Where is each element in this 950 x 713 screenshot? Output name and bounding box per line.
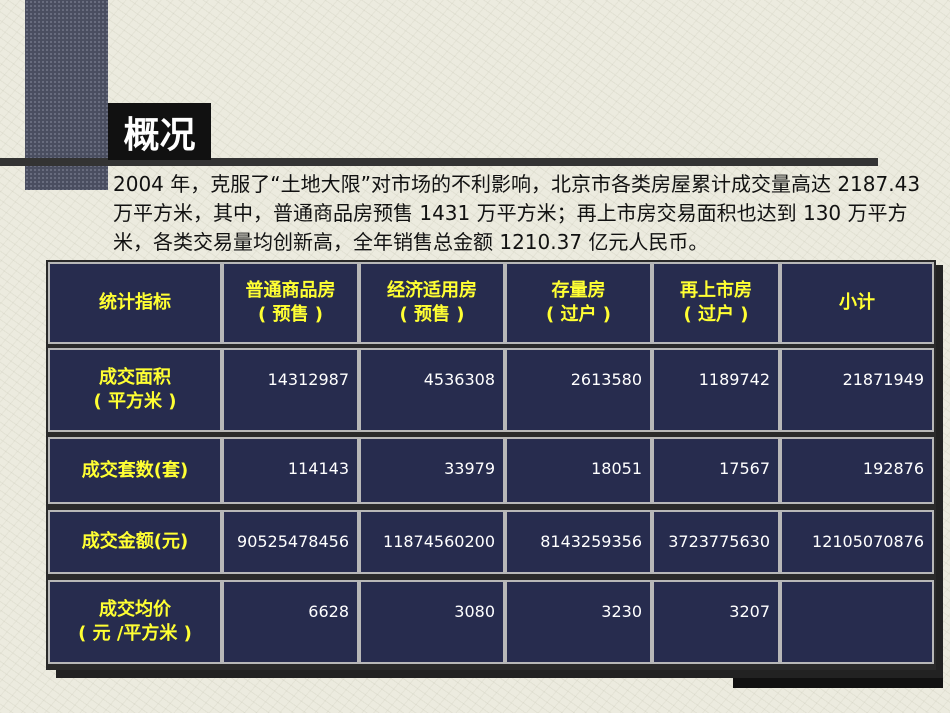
table-cell: 12105070876 — [780, 510, 934, 574]
table-shadow — [733, 678, 943, 688]
table-cell: 1189742 — [652, 348, 780, 432]
summary-paragraph: 2004 年，克服了“土地大限”对市场的不利影响，北京市各类房屋累计成交量高达 … — [113, 172, 921, 254]
row-header: 成交金额(元) — [48, 510, 222, 574]
table-cell: 114143 — [222, 437, 359, 504]
row-header: 成交面积 ( 平方米 ) — [48, 348, 222, 432]
table-cell: 3207 — [652, 580, 780, 664]
column-header: 经济适用房 ( 预售 ) — [359, 262, 505, 344]
column-header: 小计 — [780, 262, 934, 344]
table-cell: 4536308 — [359, 348, 505, 432]
row-header: 成交套数(套) — [48, 437, 222, 504]
table-cell: 3080 — [359, 580, 505, 664]
table-cell: 6628 — [222, 580, 359, 664]
column-header: 统计指标 — [48, 262, 222, 344]
column-header: 普通商品房 ( 预售 ) — [222, 262, 359, 344]
table-cell: 11874560200 — [359, 510, 505, 574]
statistics-table: 统计指标 普通商品房 ( 预售 ) 经济适用房 ( 预售 ) 存量房 ( 过户 ) 再上… — [46, 260, 936, 670]
table-cell: 21871949 — [780, 348, 934, 432]
table-cell: 14312987 — [222, 348, 359, 432]
table-cell: 3723775630 — [652, 510, 780, 574]
table-cell: 17567 — [652, 437, 780, 504]
table-cell — [780, 580, 934, 664]
table-shadow — [935, 265, 943, 685]
table-cell: 90525478456 — [222, 510, 359, 574]
table-cell: 192876 — [780, 437, 934, 504]
row-header: 成交均价 ( 元 /平方米 ) — [48, 580, 222, 664]
table-cell: 33979 — [359, 437, 505, 504]
table-cell: 18051 — [505, 437, 652, 504]
table-cell: 3230 — [505, 580, 652, 664]
table-cell: 8143259356 — [505, 510, 652, 574]
slide-title: 概况 — [108, 103, 211, 160]
column-header: 存量房 ( 过户 ) — [505, 262, 652, 344]
table-cell: 2613580 — [505, 348, 652, 432]
column-header: 再上市房 ( 过户 ) — [652, 262, 780, 344]
